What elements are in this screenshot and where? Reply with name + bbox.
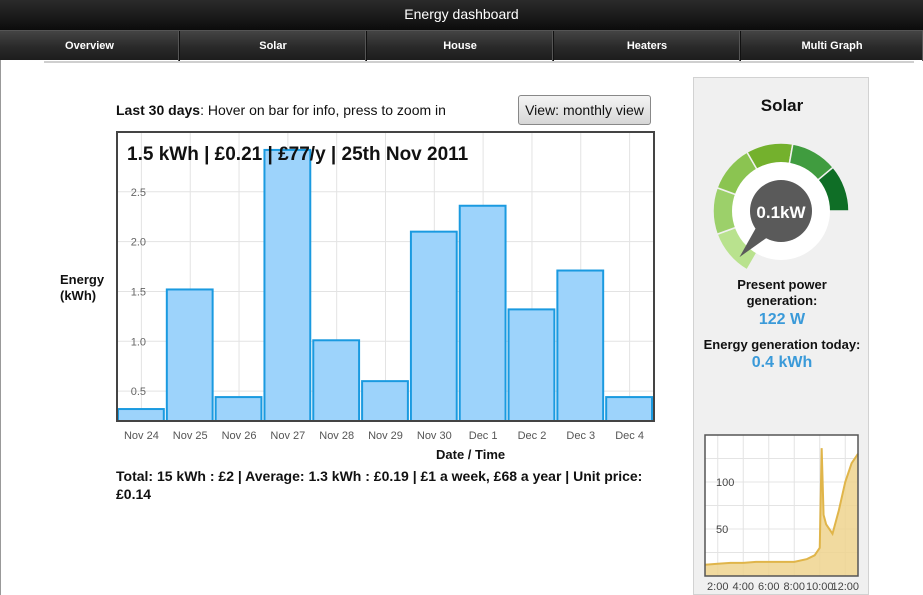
bar bbox=[507, 308, 556, 422]
present-power-label-line2: generation: bbox=[746, 293, 818, 308]
x-tick-label: Nov 29 bbox=[368, 430, 403, 442]
x-tick-label: Nov 24 bbox=[124, 430, 159, 442]
tab-solar[interactable]: Solar bbox=[180, 31, 367, 61]
main-nav: Overview Solar House Heaters Multi Graph bbox=[0, 30, 923, 61]
chart-x-axis-label: Date / Time bbox=[436, 447, 506, 462]
tab-heaters[interactable]: Heaters bbox=[554, 31, 741, 61]
mini-y-tick-label: 100 bbox=[716, 477, 734, 489]
view-monthly-button[interactable]: View: monthly view bbox=[518, 95, 651, 125]
mini-x-tick-label: 2:00 bbox=[707, 581, 728, 593]
bar bbox=[312, 339, 361, 422]
present-power-label-line1: Present power bbox=[737, 277, 827, 292]
tab-multi-graph[interactable]: Multi Graph bbox=[741, 31, 923, 61]
energy-bar-chart[interactable]: 0.5 1.0 1.5 2.0 2.5 Nov 24 Nov 25 Nov 26 Nov 27 N… bbox=[110, 125, 670, 450]
bar bbox=[605, 396, 654, 423]
mini-x-tick-label: 4:00 bbox=[733, 581, 754, 593]
mini-x-tick-label: 10:00 bbox=[806, 581, 834, 593]
mini-x-tick-label: 12:00 bbox=[831, 581, 859, 593]
page-edge bbox=[0, 60, 1, 595]
x-tick-label: Nov 25 bbox=[173, 430, 208, 442]
bar bbox=[409, 230, 458, 423]
bar bbox=[361, 380, 409, 423]
x-tick-label: Dec 3 bbox=[566, 430, 595, 442]
x-tick-label: Dec 1 bbox=[469, 430, 498, 442]
x-tick-label: Nov 28 bbox=[319, 430, 354, 442]
solar-power-mini-chart[interactable]: 50 100 2:00 4:00 6:00 8:00 10:0012:00 bbox=[704, 432, 864, 595]
mini-x-tick-label: 6:00 bbox=[758, 581, 779, 593]
solar-title: Solar bbox=[760, 96, 804, 115]
present-power-label: Present power generation: bbox=[694, 277, 870, 309]
x-tick-label: Dec 2 bbox=[518, 430, 547, 442]
bar bbox=[165, 288, 214, 422]
gauge-value-label: 0.1kW bbox=[756, 203, 806, 222]
bar bbox=[458, 204, 507, 422]
bar bbox=[117, 408, 165, 423]
energy-totals-summary: Total: 15 kWh : £2 | Average: 1.3 kWh : … bbox=[116, 468, 643, 502]
chart-caption-period: Last 30 days bbox=[116, 102, 201, 118]
app-title: Energy dashboard bbox=[404, 6, 519, 22]
y-tick-label: 1.0 bbox=[131, 336, 146, 348]
energy-today-value: 0.4 kWh bbox=[751, 354, 813, 371]
tab-house[interactable]: House bbox=[367, 31, 554, 61]
bar bbox=[263, 148, 312, 423]
bar bbox=[556, 269, 605, 422]
x-tick-label: Nov 26 bbox=[222, 430, 257, 442]
chart-caption-hint: : Hover on bar for info, press to zoom i… bbox=[200, 102, 446, 118]
mini-x-tick-label: 8:00 bbox=[784, 581, 805, 593]
y-tick-label: 1.5 bbox=[131, 286, 146, 298]
mini-y-tick-label: 50 bbox=[716, 524, 728, 536]
y-tick-label: 2.5 bbox=[131, 187, 146, 199]
solar-power-gauge: 0.1kW bbox=[712, 142, 850, 271]
app-title-bar: Energy dashboard bbox=[0, 0, 923, 30]
energy-today-label: Energy generation today: bbox=[703, 337, 861, 352]
hover-info-text: 1.5 kWh | £0.21 | £77/y | 25th Nov 2011 bbox=[127, 144, 469, 165]
present-power-value: 122 W bbox=[758, 311, 806, 328]
x-tick-label: Nov 27 bbox=[270, 430, 305, 442]
bar bbox=[214, 396, 263, 423]
y-tick-label: 0.5 bbox=[131, 386, 146, 398]
tab-overview[interactable]: Overview bbox=[0, 31, 180, 61]
y-tick-label: 2.0 bbox=[131, 237, 146, 249]
x-tick-label: Dec 4 bbox=[615, 430, 644, 442]
nav-divider bbox=[44, 61, 914, 63]
x-tick-label: Nov 30 bbox=[417, 430, 452, 442]
chart-caption: Last 30 days: Hover on bar for info, pre… bbox=[116, 102, 446, 118]
